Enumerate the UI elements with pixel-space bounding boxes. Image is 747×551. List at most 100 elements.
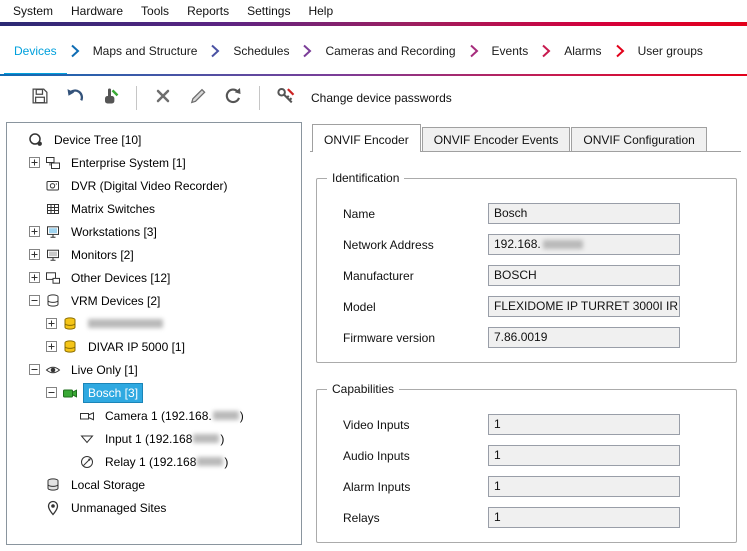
tree-item-label: Bosch [3] bbox=[84, 384, 142, 402]
manual-pointer-button[interactable] bbox=[96, 84, 124, 112]
field-value-video-inputs[interactable]: 1 bbox=[488, 414, 680, 435]
menu-settings[interactable]: Settings bbox=[238, 1, 299, 21]
menu-tools[interactable]: Tools bbox=[132, 1, 178, 21]
tab-separator-chevron-icon bbox=[466, 26, 482, 76]
field-value-name[interactable]: Bosch bbox=[488, 203, 680, 224]
menu-hardware[interactable]: Hardware bbox=[62, 1, 132, 21]
tab-user-groups[interactable]: User groups bbox=[628, 26, 713, 76]
camera-icon bbox=[79, 408, 96, 424]
group-title: Capabilities bbox=[327, 382, 399, 396]
tree-item[interactable]: DIVAR IP 5000 [1] bbox=[7, 335, 301, 358]
toolbar-separator bbox=[136, 86, 137, 110]
tree-item[interactable]: DVR (Digital Video Recorder) bbox=[7, 174, 301, 197]
tab-separator-chevron-icon bbox=[612, 26, 628, 76]
expander-spacer bbox=[63, 456, 74, 467]
tree-item[interactable] bbox=[7, 312, 301, 335]
tree-item-label: Monitors [2] bbox=[67, 246, 138, 264]
tree-item[interactable]: Workstations [3] bbox=[7, 220, 301, 243]
refresh-icon bbox=[223, 86, 243, 111]
tree-item[interactable]: Unmanaged Sites bbox=[7, 496, 301, 519]
save-button[interactable] bbox=[26, 84, 54, 112]
menu-system[interactable]: System bbox=[4, 1, 62, 21]
relay-icon bbox=[79, 454, 96, 470]
tree-item[interactable]: Relay 1 (192.168) bbox=[7, 450, 301, 473]
tree-item[interactable]: Monitors [2] bbox=[7, 243, 301, 266]
tab-separator-chevron-icon bbox=[67, 26, 83, 76]
tree-item[interactable]: Enterprise System [1] bbox=[7, 151, 301, 174]
tree-item-label: Relay 1 (192.168) bbox=[101, 453, 232, 471]
nav-tab-bar: Devices Maps and Structure Schedules Camera… bbox=[0, 26, 747, 76]
group-identification: IdentificationNameBoschNetwork Address19… bbox=[316, 178, 737, 363]
field-value-audio-inputs[interactable]: 1 bbox=[488, 445, 680, 466]
redacted-text bbox=[197, 457, 223, 466]
menu-reports[interactable]: Reports bbox=[178, 1, 238, 21]
field-value-alarm-inputs[interactable]: 1 bbox=[488, 476, 680, 497]
tab-separator-chevron-icon bbox=[299, 26, 315, 76]
tab-devices[interactable]: Devices bbox=[4, 26, 67, 76]
tree-item[interactable]: Live Only [1] bbox=[7, 358, 301, 381]
toolbar-separator bbox=[259, 86, 260, 110]
delete-button[interactable] bbox=[149, 84, 177, 112]
field-value-firmware-version[interactable]: 7.86.0019 bbox=[488, 327, 680, 348]
tree-item[interactable]: Matrix Switches bbox=[7, 197, 301, 220]
expander-plus-icon[interactable] bbox=[46, 318, 57, 329]
rename-button[interactable] bbox=[184, 84, 212, 112]
pencil-icon bbox=[188, 86, 208, 111]
detail-tab-onvif-configuration[interactable]: ONVIF Configuration bbox=[571, 127, 706, 151]
tree-item[interactable]: Local Storage bbox=[7, 473, 301, 496]
tab-cameras-and-recording[interactable]: Cameras and Recording bbox=[315, 26, 465, 76]
nav-gradient-underline bbox=[0, 74, 747, 76]
undo-button[interactable] bbox=[61, 84, 89, 112]
matrix-icon bbox=[45, 201, 62, 217]
vrm-icon bbox=[45, 293, 62, 309]
expander-minus-icon[interactable] bbox=[29, 364, 40, 375]
expander-plus-icon[interactable] bbox=[29, 249, 40, 260]
save-icon bbox=[30, 86, 50, 111]
tree-item-label: Matrix Switches bbox=[67, 200, 159, 218]
tab-maps-and-structure[interactable]: Maps and Structure bbox=[83, 26, 208, 76]
field-value-model[interactable]: FLEXIDOME IP TURRET 3000I IR bbox=[488, 296, 680, 317]
tree-item[interactable]: Input 1 (192.168) bbox=[7, 427, 301, 450]
tab-events[interactable]: Events bbox=[482, 26, 539, 76]
tab-schedules[interactable]: Schedules bbox=[223, 26, 299, 76]
expander-minus-icon[interactable] bbox=[29, 295, 40, 306]
detail-tab-onvif-encoder-events[interactable]: ONVIF Encoder Events bbox=[422, 127, 571, 151]
tree-item-label: Enterprise System [1] bbox=[67, 154, 190, 172]
tree-item[interactable]: Camera 1 (192.168.) bbox=[7, 404, 301, 427]
key-pencil-icon bbox=[276, 86, 296, 111]
group-title: Identification bbox=[327, 171, 404, 185]
storage-icon bbox=[45, 477, 62, 493]
field-value-manufacturer[interactable]: BOSCH bbox=[488, 265, 680, 286]
tab-separator-chevron-icon bbox=[538, 26, 554, 76]
input-icon bbox=[79, 431, 96, 447]
expander-plus-icon[interactable] bbox=[29, 157, 40, 168]
refresh-button[interactable] bbox=[219, 84, 247, 112]
field-value-network-address[interactable]: 192.168. bbox=[488, 234, 680, 255]
field-value-relays[interactable]: 1 bbox=[488, 507, 680, 528]
field-row: ManufacturerBOSCH bbox=[343, 265, 726, 286]
change-device-passwords-button[interactable] bbox=[272, 84, 300, 112]
vrm-device-icon bbox=[62, 316, 79, 332]
detail-tab-strip: ONVIF EncoderONVIF Encoder EventsONVIF C… bbox=[310, 124, 741, 152]
tree-item-selected[interactable]: Bosch [3] bbox=[7, 381, 301, 404]
tree-item-label: Unmanaged Sites bbox=[67, 499, 170, 517]
detail-panel: ONVIF EncoderONVIF Encoder EventsONVIF C… bbox=[310, 122, 741, 545]
tab-alarms[interactable]: Alarms bbox=[554, 26, 611, 76]
tree-item[interactable]: Other Devices [12] bbox=[7, 266, 301, 289]
expander-minus-icon[interactable] bbox=[46, 387, 57, 398]
vrm-device-icon bbox=[62, 339, 79, 355]
menu-help[interactable]: Help bbox=[299, 1, 342, 21]
field-row: Video Inputs1 bbox=[343, 414, 726, 435]
expander-spacer bbox=[29, 203, 40, 214]
tree-item[interactable]: Device Tree [10] bbox=[7, 128, 301, 151]
detail-tab-onvif-encoder[interactable]: ONVIF Encoder bbox=[312, 124, 421, 152]
expander-plus-icon[interactable] bbox=[46, 341, 57, 352]
undo-icon bbox=[65, 86, 85, 111]
expander-spacer bbox=[12, 134, 23, 145]
expander-plus-icon[interactable] bbox=[29, 226, 40, 237]
expander-plus-icon[interactable] bbox=[29, 272, 40, 283]
field-row: Audio Inputs1 bbox=[343, 445, 726, 466]
field-row: NameBosch bbox=[343, 203, 726, 224]
tree-item[interactable]: VRM Devices [2] bbox=[7, 289, 301, 312]
expander-spacer bbox=[29, 479, 40, 490]
